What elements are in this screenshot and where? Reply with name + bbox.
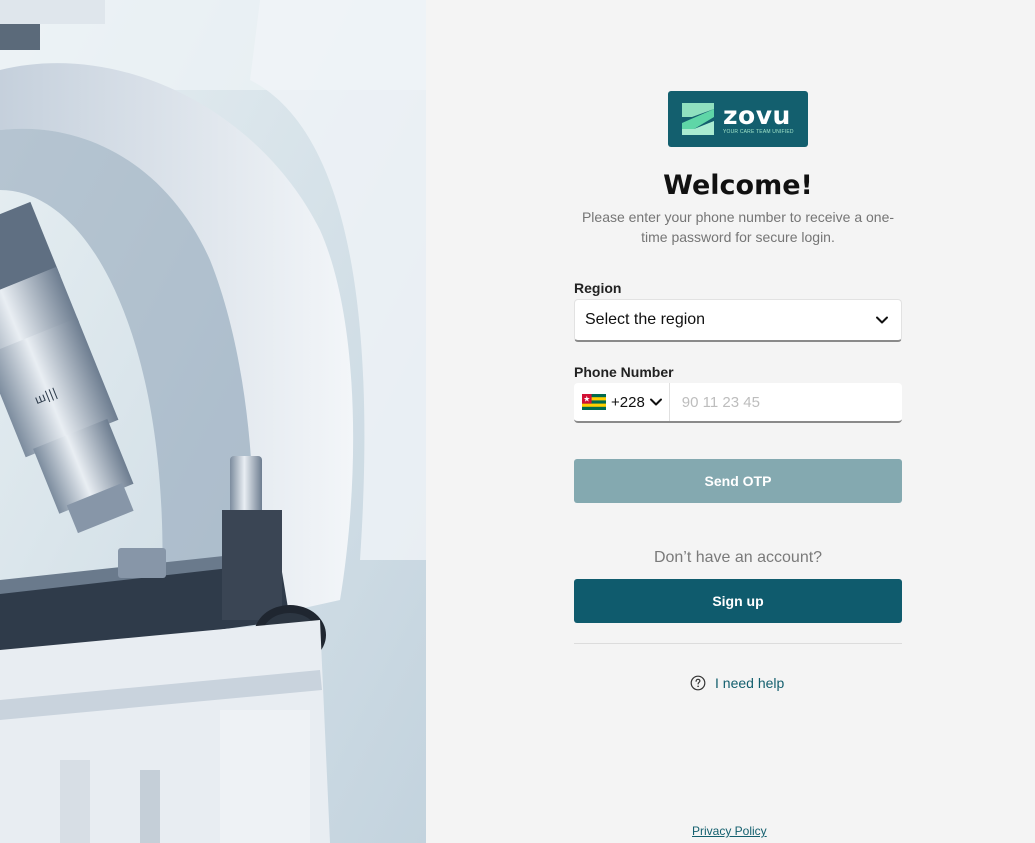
zovu-logo: zovu YOUR CARE TEAM UNIFIED xyxy=(668,91,808,147)
chevron-down-icon xyxy=(649,398,662,406)
send-otp-button[interactable]: Send OTP xyxy=(574,459,902,503)
divider xyxy=(574,643,902,644)
help-link[interactable]: I need help xyxy=(690,675,784,691)
question-circle-icon xyxy=(690,675,706,691)
phone-number-input[interactable] xyxy=(669,383,902,421)
zovu-logo-mark-icon xyxy=(682,103,714,135)
region-label: Region xyxy=(574,280,622,296)
microscope-illustration: ш||| xyxy=(0,0,426,843)
page-subtitle: Please enter your phone number to receiv… xyxy=(581,209,895,245)
brand-tagline: YOUR CARE TEAM UNIFIED xyxy=(723,128,794,135)
region-select-value: Select the region xyxy=(585,311,706,328)
no-account-text: Don’t have an account? xyxy=(653,549,823,566)
brand-name: zovu xyxy=(723,100,791,130)
region-select[interactable]: Select the region xyxy=(574,299,902,342)
phone-number-label: Phone Number xyxy=(574,364,674,380)
country-code: +228 xyxy=(611,393,645,411)
page-title: Welcome! xyxy=(663,170,813,201)
chevron-down-icon xyxy=(876,316,888,324)
signup-button[interactable]: Sign up xyxy=(574,579,902,623)
country-code-selector[interactable]: +228 xyxy=(574,383,670,421)
login-panel: zovu YOUR CARE TEAM UNIFIED Welcome! Ple… xyxy=(426,0,1035,843)
hero-image: ш||| xyxy=(0,0,426,843)
help-link-label: I need help xyxy=(715,675,785,691)
phone-number-field: +228 xyxy=(574,383,902,423)
togo-flag-icon xyxy=(582,394,606,410)
privacy-policy-link[interactable]: Privacy Policy xyxy=(692,824,767,838)
